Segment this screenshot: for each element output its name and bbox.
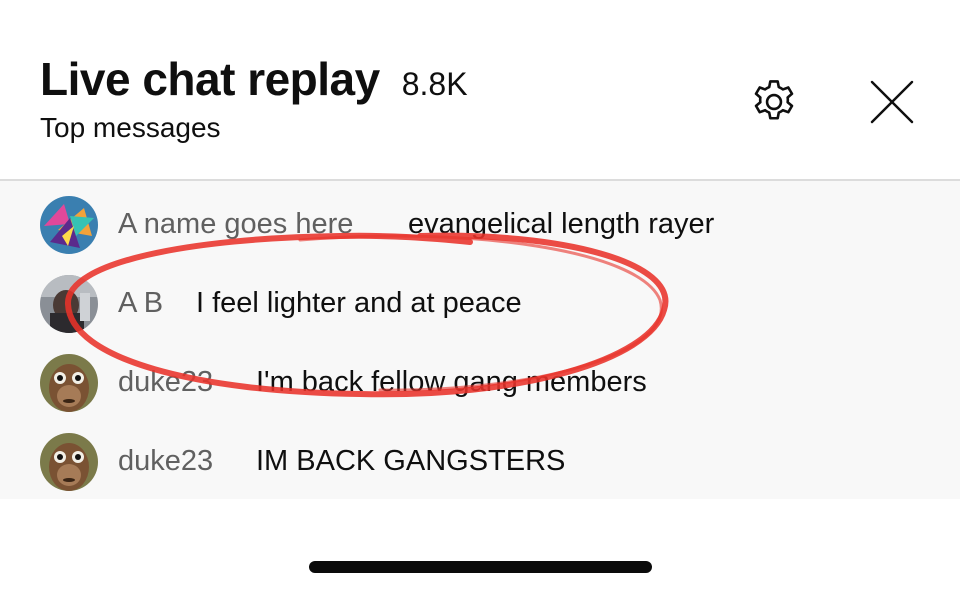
chat-message: A B I feel lighter and at peace (0, 264, 960, 343)
chat-author-name[interactable]: duke23 (118, 366, 213, 399)
avatar[interactable] (40, 432, 98, 491)
chat-message-text: evangelical length rayer (408, 208, 715, 240)
page-title: Live chat replay (40, 53, 380, 105)
home-indicator[interactable] (309, 561, 652, 573)
avatar[interactable] (40, 195, 98, 254)
bottom-area (0, 499, 960, 593)
chat-header: Live chat replay 8.8K Top messages (0, 0, 960, 180)
close-button[interactable] (860, 70, 924, 134)
avatar[interactable] (40, 274, 98, 333)
chat-message: A name goes here evangelical length raye… (0, 185, 960, 264)
chat-author-name[interactable]: A name goes here (118, 208, 353, 241)
close-icon (870, 80, 914, 124)
chat-message-text: I feel lighter and at peace (196, 287, 522, 319)
chat-author-name[interactable]: duke23 (118, 445, 213, 478)
chat-filter-label[interactable]: Top messages (40, 112, 221, 144)
settings-button[interactable] (742, 70, 806, 134)
gear-icon (754, 80, 794, 120)
chat-message: duke23 I'm back fellow gang members (0, 343, 960, 422)
chat-message: duke23 IM BACK GANGSTERS (0, 422, 960, 501)
chat-message-text: IM BACK GANGSTERS (256, 445, 566, 477)
chat-message-list[interactable]: A name goes here evangelical length raye… (0, 181, 960, 499)
avatar[interactable] (40, 353, 98, 412)
chat-author-name[interactable]: A B (118, 287, 163, 320)
chat-message-text: I'm back fellow gang members (256, 366, 647, 398)
title-row: Live chat replay 8.8K (40, 52, 468, 106)
live-chat-panel: Live chat replay 8.8K Top messages A nam… (0, 0, 960, 593)
viewer-count: 8.8K (401, 66, 468, 102)
